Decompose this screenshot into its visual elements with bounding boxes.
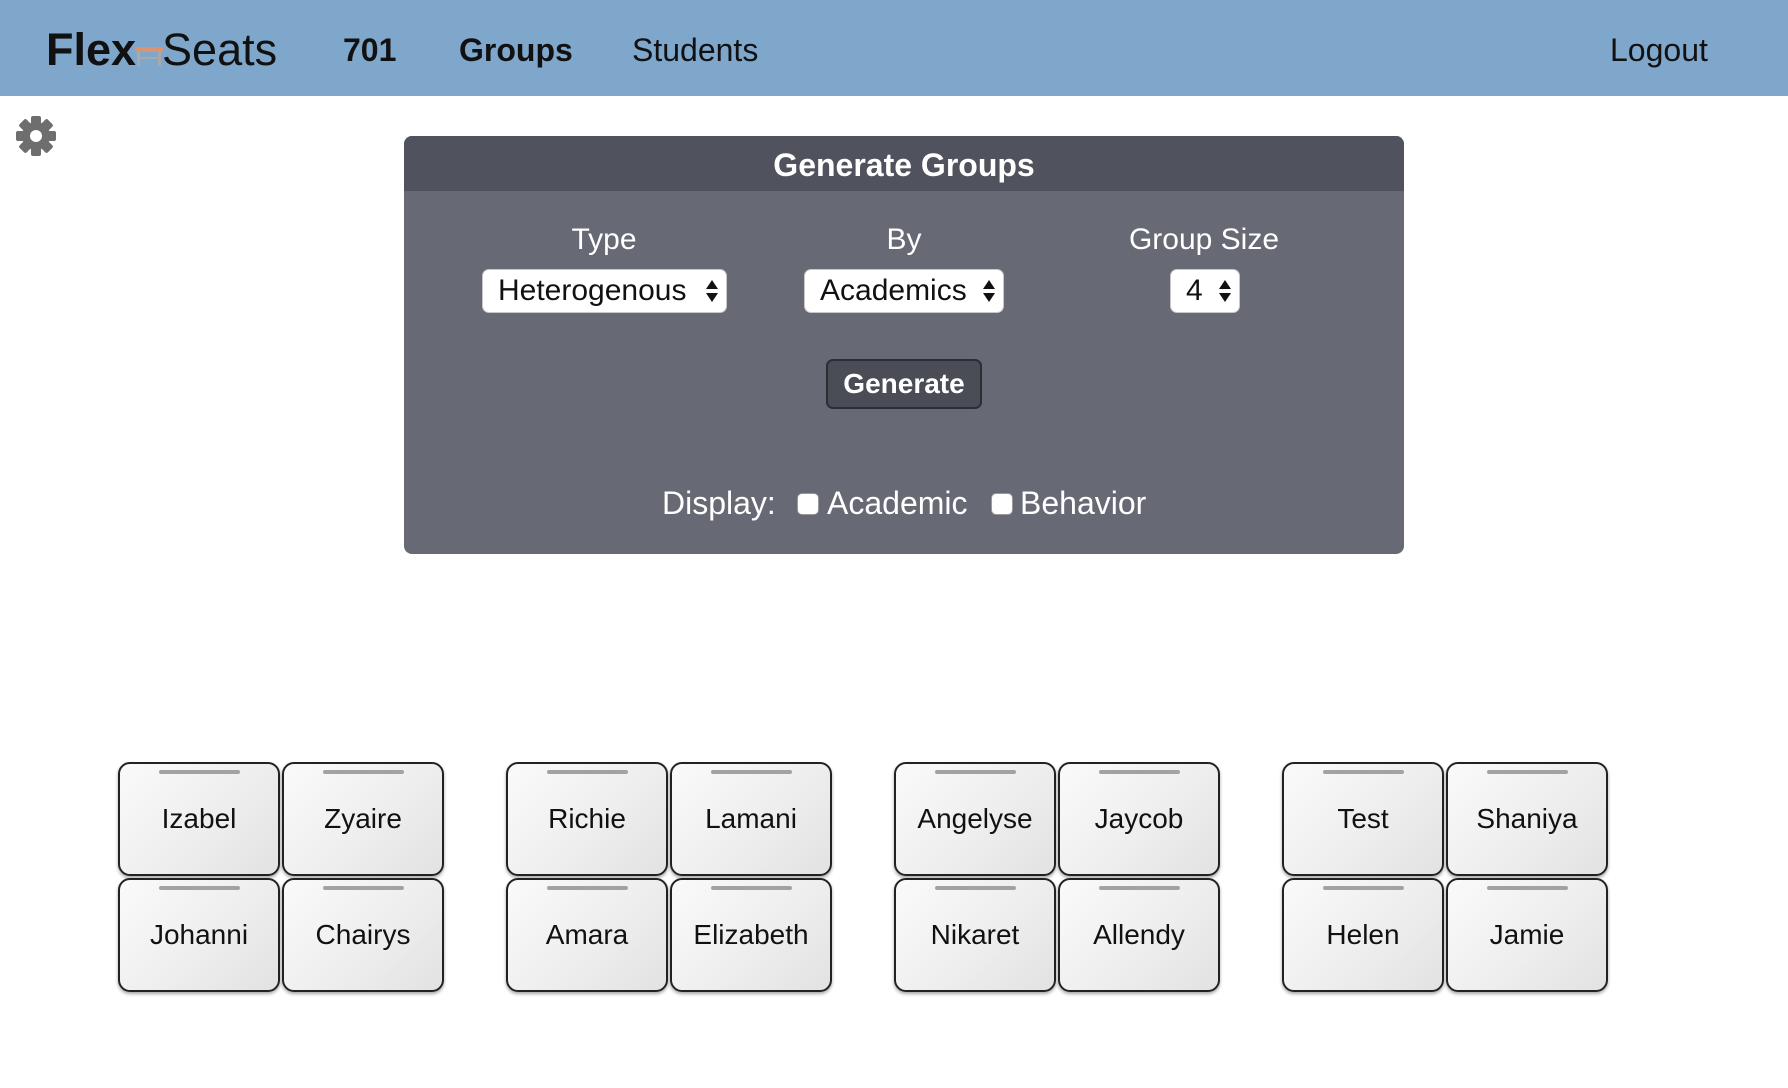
brand-name-seats: Seats	[162, 24, 278, 75]
top-navbar: Flex Seats 701 Groups Students Logout	[0, 0, 1788, 96]
student-card[interactable]: Amara	[506, 878, 668, 992]
student-group: Izabel Zyaire Johanni Chairys	[118, 762, 446, 994]
generate-button[interactable]: Generate	[826, 359, 982, 409]
gear-icon[interactable]	[14, 114, 58, 158]
student-name: Shaniya	[1476, 803, 1578, 834]
student-name: Allendy	[1093, 919, 1185, 950]
panel-title: Generate Groups	[404, 136, 1404, 191]
student-card[interactable]: Jaycob	[1058, 762, 1220, 876]
student-card[interactable]: Izabel	[118, 762, 280, 876]
by-select[interactable]: Academics	[804, 269, 1004, 313]
type-label: Type	[571, 223, 637, 256]
select-arrows-icon	[1219, 280, 1231, 302]
student-name: Johanni	[149, 919, 249, 950]
by-label: By	[886, 223, 922, 256]
student-card[interactable]: Angelyse	[894, 762, 1056, 876]
student-name: Amara	[545, 919, 629, 950]
logout-link[interactable]: Logout	[1610, 30, 1708, 70]
student-card[interactable]: Shaniya	[1446, 762, 1608, 876]
student-name: Helen	[1326, 919, 1400, 950]
student-card[interactable]: Nikaret	[894, 878, 1056, 992]
behavior-checkbox[interactable]	[991, 493, 1013, 515]
type-select[interactable]: Heterogenous	[482, 269, 727, 313]
student-name: Test	[1337, 803, 1389, 834]
group-size-select-value: 4	[1186, 274, 1203, 307]
nav-class-701[interactable]: 701	[343, 30, 396, 70]
student-name: Lamani	[705, 803, 797, 834]
select-arrows-icon	[706, 280, 718, 302]
group-size-select[interactable]: 4	[1170, 269, 1240, 313]
student-name: Jaycob	[1094, 803, 1184, 834]
student-group: Richie Lamani Amara Elizabeth	[506, 762, 834, 994]
academic-checkbox[interactable]	[797, 493, 819, 515]
student-name: Jamie	[1489, 919, 1565, 950]
brand-name-flex: Flex	[46, 24, 137, 75]
chair-icon	[135, 47, 164, 66]
student-card[interactable]: Allendy	[1058, 878, 1220, 992]
student-card[interactable]: Johanni	[118, 878, 280, 992]
display-label: Display:	[662, 485, 776, 521]
student-name: Izabel	[161, 803, 237, 834]
student-card[interactable]: Zyaire	[282, 762, 444, 876]
type-select-value: Heterogenous	[498, 274, 687, 307]
student-card[interactable]: Test	[1282, 762, 1444, 876]
student-card[interactable]: Chairys	[282, 878, 444, 992]
by-select-value: Academics	[820, 274, 967, 307]
student-name: Elizabeth	[693, 919, 809, 950]
nav-groups[interactable]: Groups	[459, 30, 573, 70]
student-name: Zyaire	[324, 803, 402, 834]
group-size-label: Group Size	[1128, 223, 1280, 256]
nav-students[interactable]: Students	[632, 30, 758, 70]
student-card[interactable]: Jamie	[1446, 878, 1608, 992]
student-name: Chairys	[315, 919, 411, 950]
student-name: Nikaret	[930, 919, 1020, 950]
student-group: Angelyse Jaycob Nikaret Allendy	[894, 762, 1222, 994]
academic-checkbox-label[interactable]: Academic	[827, 483, 968, 523]
student-card[interactable]: Lamani	[670, 762, 832, 876]
student-card[interactable]: Elizabeth	[670, 878, 832, 992]
student-name: Richie	[548, 803, 626, 834]
student-name: Angelyse	[917, 803, 1033, 834]
generate-groups-panel: Generate Groups Type Heterogenous By Aca…	[404, 136, 1404, 554]
student-group: Test Shaniya Helen Jamie	[1282, 762, 1610, 994]
student-card[interactable]: Richie	[506, 762, 668, 876]
student-card[interactable]: Helen	[1282, 878, 1444, 992]
display-options: Display: Academic Behavior	[404, 483, 1404, 523]
brand-logo[interactable]: Flex Seats	[46, 24, 277, 76]
select-arrows-icon	[983, 280, 995, 302]
behavior-checkbox-label[interactable]: Behavior	[1020, 483, 1146, 523]
